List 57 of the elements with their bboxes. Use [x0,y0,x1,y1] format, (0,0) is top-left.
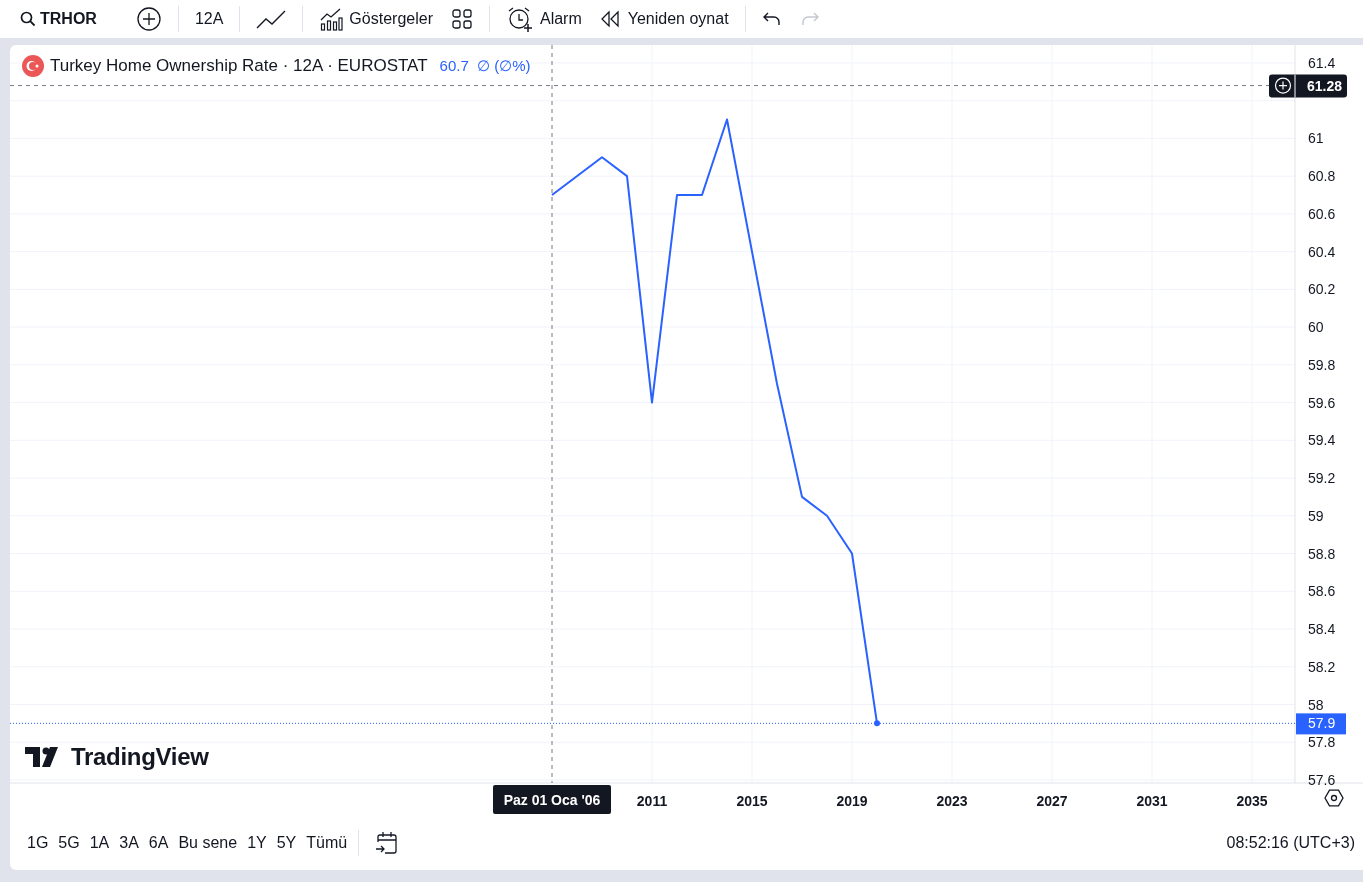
time-axis-label: 2011 [636,793,668,809]
range-button[interactable]: Tümü [301,830,353,856]
interval-button[interactable]: 12A [187,3,231,35]
series-value: 60.7 ∅ (∅%) [439,57,531,75]
price-axis-label: 60.4 [1308,243,1336,260]
range-button[interactable]: 5Y [271,830,302,856]
price-axis-label: 57.8 [1308,734,1336,751]
range-button[interactable]: Bu sene [173,830,243,856]
time-axis-label: 2031 [1136,793,1168,809]
symbol-search-button[interactable]: TRHOR [12,3,125,35]
price-axis-label: 60.2 [1308,281,1336,298]
last-point [874,720,880,727]
range-button[interactable]: 3A [114,830,144,856]
price-axis-label: 58.6 [1308,583,1336,600]
alarm-button[interactable]: Alarm [498,3,589,35]
time-axis-label: 2027 [1036,793,1068,809]
rewind-icon [599,10,622,28]
search-icon [20,11,36,27]
series-title: Turkey Home Ownership Rate · 12A · EUROSTAT [50,56,428,76]
price-axis-label: 58.8 [1308,545,1336,562]
range-button[interactable]: 6A [143,830,174,856]
price-axis-label: 58.2 [1308,658,1336,675]
time-axis-label: 2019 [836,793,868,809]
price-axis-label: 60 [1308,319,1324,336]
line-chart-icon [256,8,287,30]
range-button[interactable]: 1G [22,830,54,856]
price-axis-label: 59.4 [1308,432,1336,449]
price-axis-label: 58 [1308,696,1324,713]
time-axis-label: 2023 [936,793,968,809]
price-axis-label: 57.6 [1308,772,1336,788]
redo-icon [799,11,820,27]
replay-button[interactable]: Yeniden oynat [592,3,736,35]
time-axis-label: 2015 [736,793,768,809]
add-icon [135,6,162,32]
range-button[interactable]: 1A [84,830,115,856]
crosshair-date-label: Paz 01 Oca '06 [493,785,611,814]
price-axis-label: 60.8 [1308,168,1336,185]
undo-icon [761,11,782,27]
price-axis-label: 60.6 [1308,205,1336,222]
range-button[interactable]: 5G [53,830,85,856]
clock-time: 08:52:16 (UTC+3) [1226,834,1355,852]
price-axis-label: 59.2 [1308,470,1336,487]
indicators-button[interactable]: Göstergeler [312,3,440,35]
price-axis-label: 59.6 [1308,394,1336,411]
price-axis-label: 59.8 [1308,356,1336,373]
range-button[interactable]: 1Y [242,830,272,856]
price-axis-label: 59 [1308,507,1324,524]
price-axis-label: 58.4 [1308,621,1336,637]
bar-chart-icon [319,7,344,31]
price-axis-label: 61 [1308,130,1324,147]
crosshair-price-label: 61.28 [1269,74,1347,99]
last-price-label: 57.9 [1296,713,1346,735]
price-axis-label: 61.4 [1308,54,1336,71]
logo-wordmark: TradingView [71,743,209,771]
time-axis-label: 2035 [1236,793,1268,809]
grid-icon [450,8,473,30]
settings-icon[interactable] [1324,789,1344,807]
